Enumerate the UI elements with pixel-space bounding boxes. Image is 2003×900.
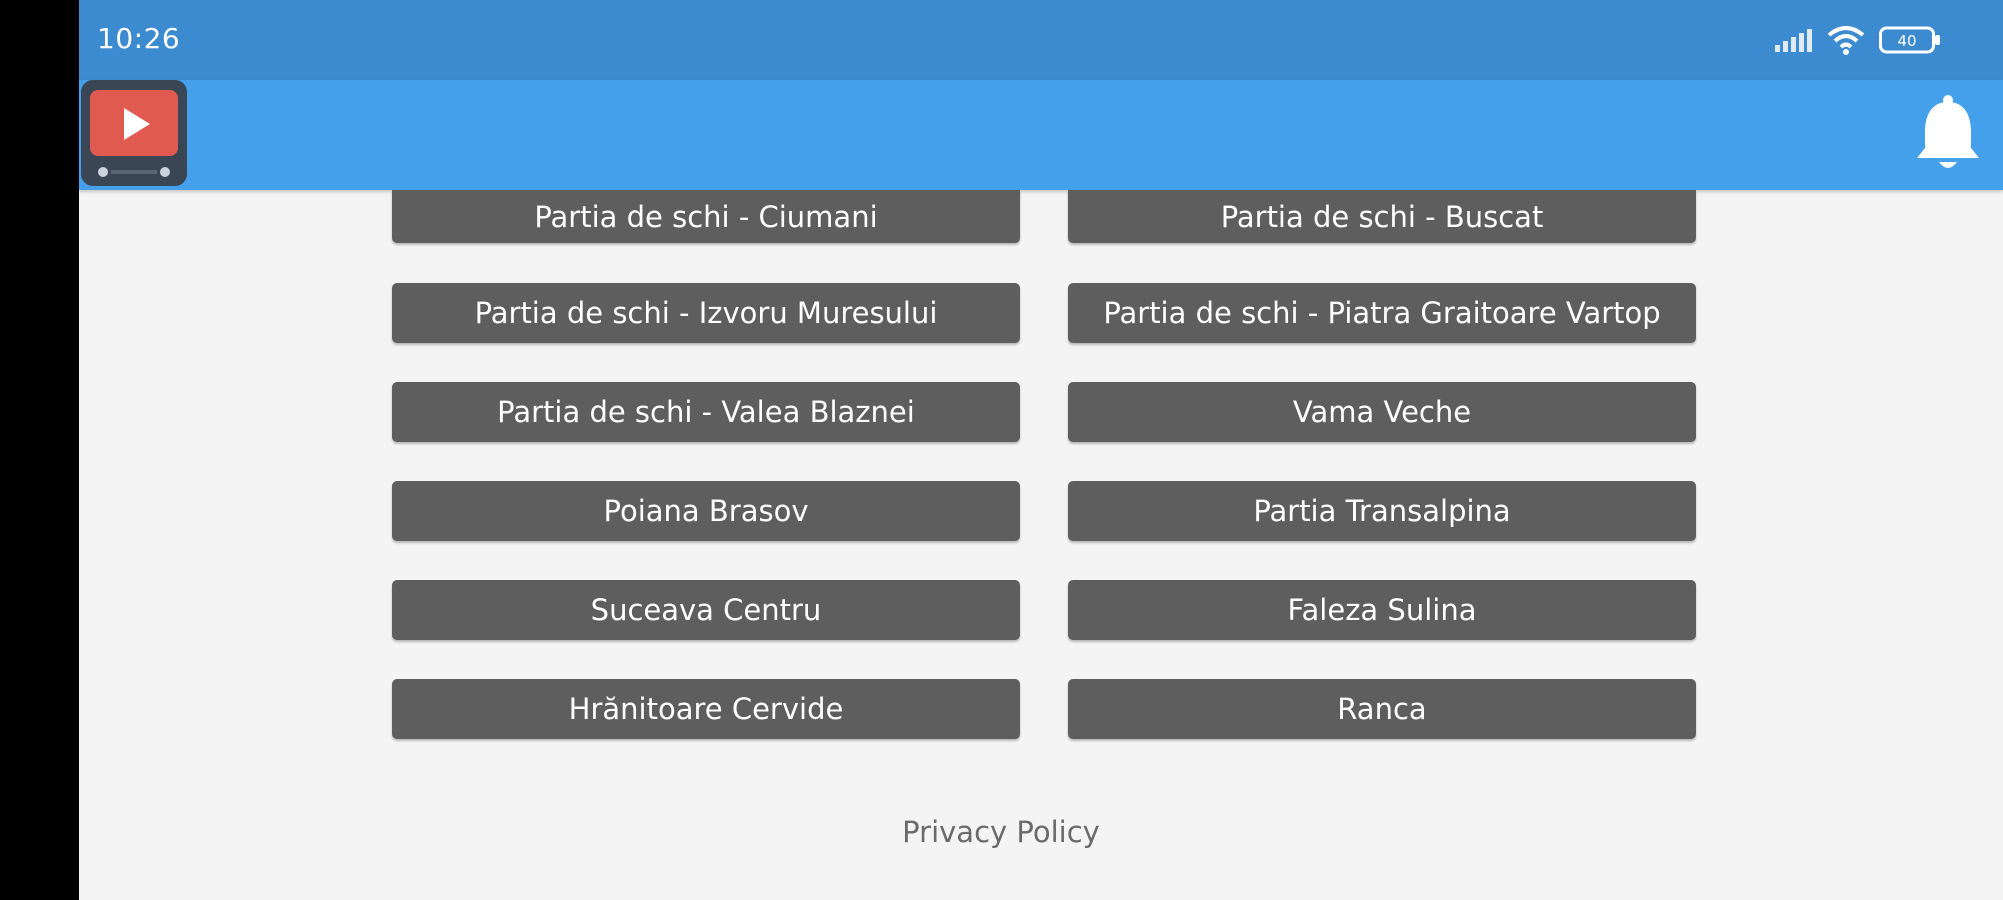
location-button[interactable]: Faleza Sulina bbox=[1068, 580, 1696, 640]
location-button[interactable]: Hrănitoare Cervide bbox=[392, 679, 1020, 739]
battery-level: 40 bbox=[1897, 32, 1916, 50]
signal-icon bbox=[1775, 29, 1812, 52]
bell-icon[interactable] bbox=[1915, 94, 1981, 172]
location-button[interactable]: Vama Veche bbox=[1068, 382, 1696, 442]
battery-icon: 40 bbox=[1879, 26, 1940, 54]
play-video-icon[interactable] bbox=[81, 80, 187, 186]
location-button[interactable]: Partia de schi - Buscat bbox=[1068, 190, 1696, 243]
location-button[interactable]: Partia de schi - Ciumani bbox=[392, 190, 1020, 243]
location-button[interactable]: Suceava Centru bbox=[392, 580, 1020, 640]
location-button[interactable]: Poiana Brasov bbox=[392, 481, 1020, 541]
privacy-policy-link[interactable]: Privacy Policy bbox=[79, 815, 1963, 849]
status-bar: 10:26 40 bbox=[79, 0, 2003, 80]
app-bar bbox=[79, 80, 2003, 190]
status-icons: 40 bbox=[1775, 24, 1941, 56]
location-button[interactable]: Partia de schi - Izvoru Muresului bbox=[392, 283, 1020, 343]
location-button[interactable]: Partia Transalpina bbox=[1068, 481, 1696, 541]
location-button[interactable]: Partia de schi - Piatra Graitoare Vartop bbox=[1068, 283, 1696, 343]
status-time: 10:26 bbox=[97, 22, 181, 55]
location-button[interactable]: Partia de schi - Valea Blaznei bbox=[392, 382, 1020, 442]
wifi-icon bbox=[1827, 26, 1865, 55]
location-button[interactable]: Ranca bbox=[1068, 679, 1696, 739]
app-screen: 10:26 40 Partia de schi - Ciumani Partia… bbox=[79, 0, 2003, 900]
